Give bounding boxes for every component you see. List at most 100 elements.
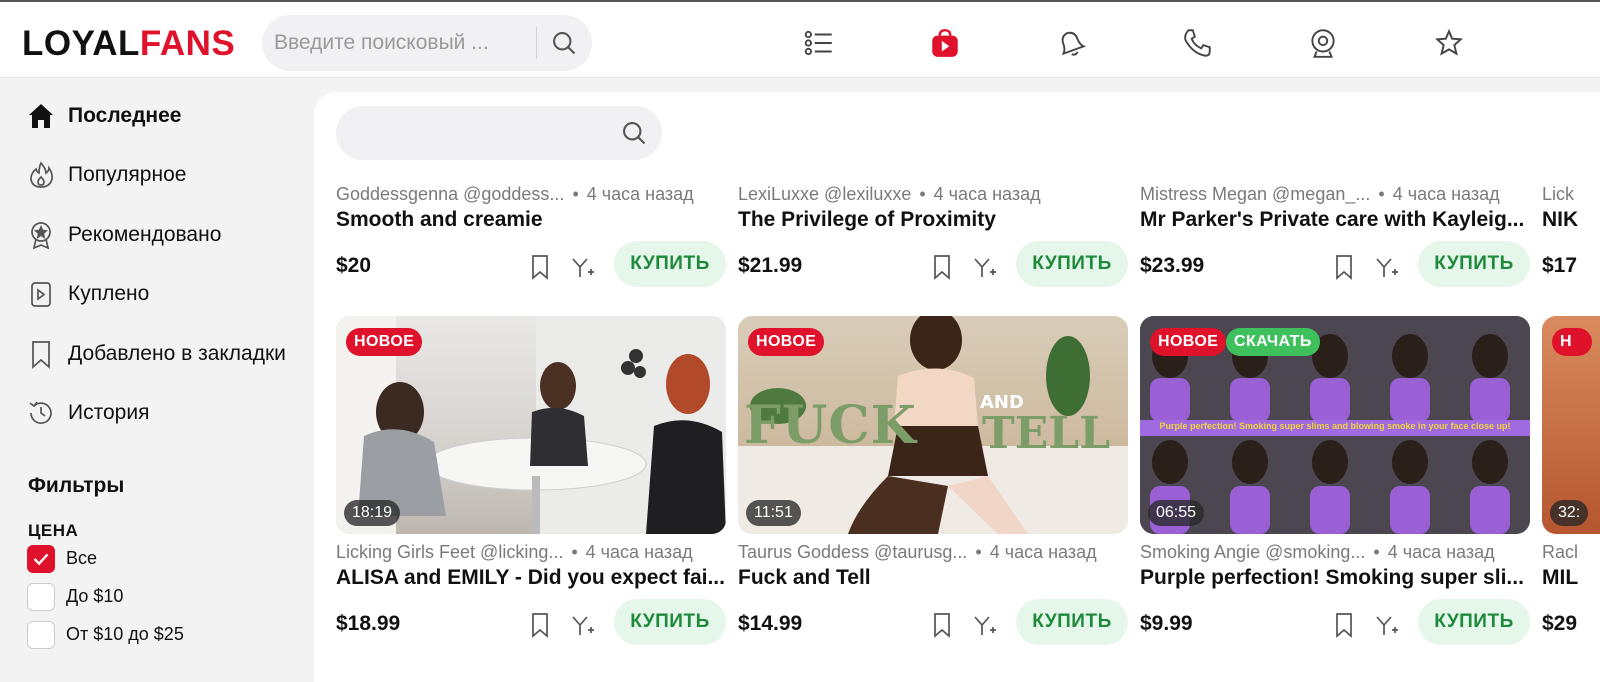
duration-badge: 18:19 bbox=[344, 500, 401, 526]
purchased-video-icon bbox=[31, 282, 51, 307]
tip-icon[interactable] bbox=[1374, 254, 1400, 280]
bookmark-icon[interactable] bbox=[1332, 612, 1356, 638]
star-icon[interactable] bbox=[1432, 26, 1466, 60]
new-badge: НОВОЕ bbox=[346, 328, 423, 356]
card-title[interactable]: The Privilege of Proximity bbox=[738, 208, 1128, 232]
bookmark-icon[interactable] bbox=[528, 254, 552, 280]
video-thumbnail[interactable]: НОВОЕ 18:19 bbox=[336, 316, 726, 534]
card-time: 4 часа назад bbox=[1387, 542, 1495, 562]
bookmark-icon[interactable] bbox=[930, 254, 954, 280]
webcam-icon[interactable] bbox=[1306, 26, 1340, 60]
bookmark-icon[interactable] bbox=[1332, 254, 1356, 280]
tip-icon[interactable] bbox=[1374, 612, 1400, 638]
card-price: $9.99 bbox=[1140, 612, 1193, 635]
card-title[interactable]: NIK bbox=[1542, 208, 1600, 232]
search-icon[interactable] bbox=[620, 119, 648, 147]
card-author[interactable]: Taurus Goddess @taurusg... bbox=[738, 542, 967, 563]
card-time: 4 часа назад bbox=[586, 184, 694, 204]
card-title[interactable]: Fuck and Tell bbox=[738, 566, 1128, 590]
logo-part2: FANS bbox=[139, 24, 236, 63]
main-content: Goddessgenna @goddess... • 4 часа назад Sm… bbox=[314, 92, 1600, 682]
overlay-caption: Purple perfection! Smoking super slims a… bbox=[1159, 421, 1511, 431]
price-filter-label: ЦЕНА bbox=[28, 521, 79, 540]
new-badge: НОВОЕ bbox=[1150, 328, 1227, 356]
card-title[interactable]: Smooth and creamie bbox=[336, 208, 726, 232]
sidebar-item-purchased[interactable]: Куплено bbox=[26, 274, 149, 314]
home-icon bbox=[29, 104, 53, 128]
price-all-checkbox[interactable] bbox=[27, 545, 55, 573]
sidebar-item-label: Куплено bbox=[68, 282, 150, 305]
tip-icon[interactable] bbox=[570, 612, 596, 638]
tip-icon[interactable] bbox=[972, 612, 998, 638]
card-price: $18.99 bbox=[336, 612, 401, 635]
card-author[interactable]: Licking Girls Feet @licking... bbox=[336, 542, 563, 563]
video-thumbnail[interactable]: Purple perfection! Smoking super slims a… bbox=[1140, 316, 1530, 534]
content-search[interactable] bbox=[336, 106, 662, 160]
card-meta: Mistress Megan @megan_... • 4 часа назад bbox=[1140, 184, 1500, 205]
history-icon bbox=[29, 401, 52, 424]
card-author[interactable]: Goddessgenna @goddess... bbox=[336, 184, 564, 205]
price-under10-checkbox[interactable] bbox=[27, 583, 55, 611]
card-title[interactable]: Mr Parker's Private care with Kayleig... bbox=[1140, 208, 1530, 232]
top-bar: LOYALFANS bbox=[0, 0, 1600, 78]
buy-button[interactable]: КУПИТЬ bbox=[1016, 599, 1128, 645]
card-meta: Licking Girls Feet @licking... • 4 часа на… bbox=[336, 542, 693, 563]
new-badge: НОВОЕ bbox=[748, 328, 825, 356]
card-author[interactable]: LexiLuxxe @lexiluxxe bbox=[738, 184, 911, 205]
card-meta: LexiLuxxe @lexiluxxe • 4 часа назад bbox=[738, 184, 1041, 205]
sidebar-item-popular[interactable]: Популярное bbox=[26, 155, 186, 195]
video-thumbnail-partial[interactable]: Н 32: bbox=[1542, 316, 1600, 534]
search-icon[interactable] bbox=[550, 29, 578, 57]
video-card-partial[interactable]: Lick NIK $17 bbox=[1542, 184, 1600, 294]
tip-icon[interactable] bbox=[570, 254, 596, 280]
duration-badge: 32: bbox=[1550, 500, 1589, 526]
card-title[interactable]: Purple perfection! Smoking super sli... bbox=[1140, 566, 1530, 590]
video-card-partial[interactable]: Racl MIL $29 bbox=[1542, 542, 1600, 652]
card-price: $21.99 bbox=[738, 254, 803, 277]
card-price: $23.99 bbox=[1140, 254, 1205, 277]
logo[interactable]: LOYALFANS bbox=[22, 24, 235, 64]
tip-icon[interactable] bbox=[972, 254, 998, 280]
card-meta: Lick bbox=[1542, 184, 1600, 205]
card-author[interactable]: Lick bbox=[1542, 184, 1574, 205]
card-price: $14.99 bbox=[738, 612, 803, 635]
card-time: 4 часа назад bbox=[933, 184, 1041, 204]
bookmark-icon bbox=[32, 341, 50, 369]
buy-button[interactable]: КУПИТЬ bbox=[614, 599, 726, 645]
bell-icon[interactable] bbox=[1054, 26, 1088, 60]
buy-button[interactable]: КУПИТЬ bbox=[1418, 599, 1530, 645]
card-title[interactable]: ALISA and EMILY - Did you expect fai... bbox=[336, 566, 726, 590]
download-badge[interactable]: СКАЧАТЬ bbox=[1226, 328, 1320, 356]
header-search-input[interactable] bbox=[274, 25, 524, 61]
duration-badge: 11:51 bbox=[746, 500, 801, 526]
card-meta: Goddessgenna @goddess... • 4 часа назад bbox=[336, 184, 694, 205]
list-icon[interactable] bbox=[802, 26, 836, 60]
buy-button[interactable]: КУПИТЬ bbox=[1016, 241, 1128, 287]
card-price: $20 bbox=[336, 254, 372, 277]
buy-button[interactable]: КУПИТЬ bbox=[614, 241, 726, 287]
video-bag-icon[interactable] bbox=[928, 26, 962, 60]
sidebar-item-bookmarks[interactable]: Добавлено в закладки bbox=[26, 334, 286, 374]
card-meta: Racl bbox=[1542, 542, 1600, 563]
checkmark-icon bbox=[33, 553, 49, 566]
card-author[interactable]: Mistress Megan @megan_... bbox=[1140, 184, 1370, 205]
price-under10-label: До $10 bbox=[66, 586, 124, 606]
card-author[interactable]: Racl bbox=[1542, 542, 1578, 563]
filters-title: Фильтры bbox=[28, 474, 125, 497]
card-author[interactable]: Smoking Angie @smoking... bbox=[1140, 542, 1365, 563]
overlay-title-word: FUCK bbox=[744, 395, 917, 456]
duration-badge: 06:55 bbox=[1148, 500, 1205, 526]
flame-icon bbox=[30, 161, 54, 188]
sidebar-item-recommended[interactable]: Рекомендовано bbox=[26, 215, 221, 255]
sidebar-item-latest[interactable]: Последнее bbox=[26, 96, 181, 136]
price-10to25-checkbox[interactable] bbox=[27, 621, 55, 649]
card-title[interactable]: MIL bbox=[1542, 566, 1600, 590]
bookmark-icon[interactable] bbox=[930, 612, 954, 638]
video-thumbnail[interactable]: FUCK AND TELL НОВОЕ 11:51 bbox=[738, 316, 1128, 534]
sidebar-item-label: Добавлено в закладки bbox=[68, 342, 286, 365]
new-badge: Н bbox=[1552, 328, 1592, 356]
bookmark-icon[interactable] bbox=[528, 612, 552, 638]
sidebar-item-history[interactable]: История bbox=[26, 393, 149, 433]
buy-button[interactable]: КУПИТЬ bbox=[1418, 241, 1530, 287]
phone-icon[interactable] bbox=[1180, 26, 1214, 60]
